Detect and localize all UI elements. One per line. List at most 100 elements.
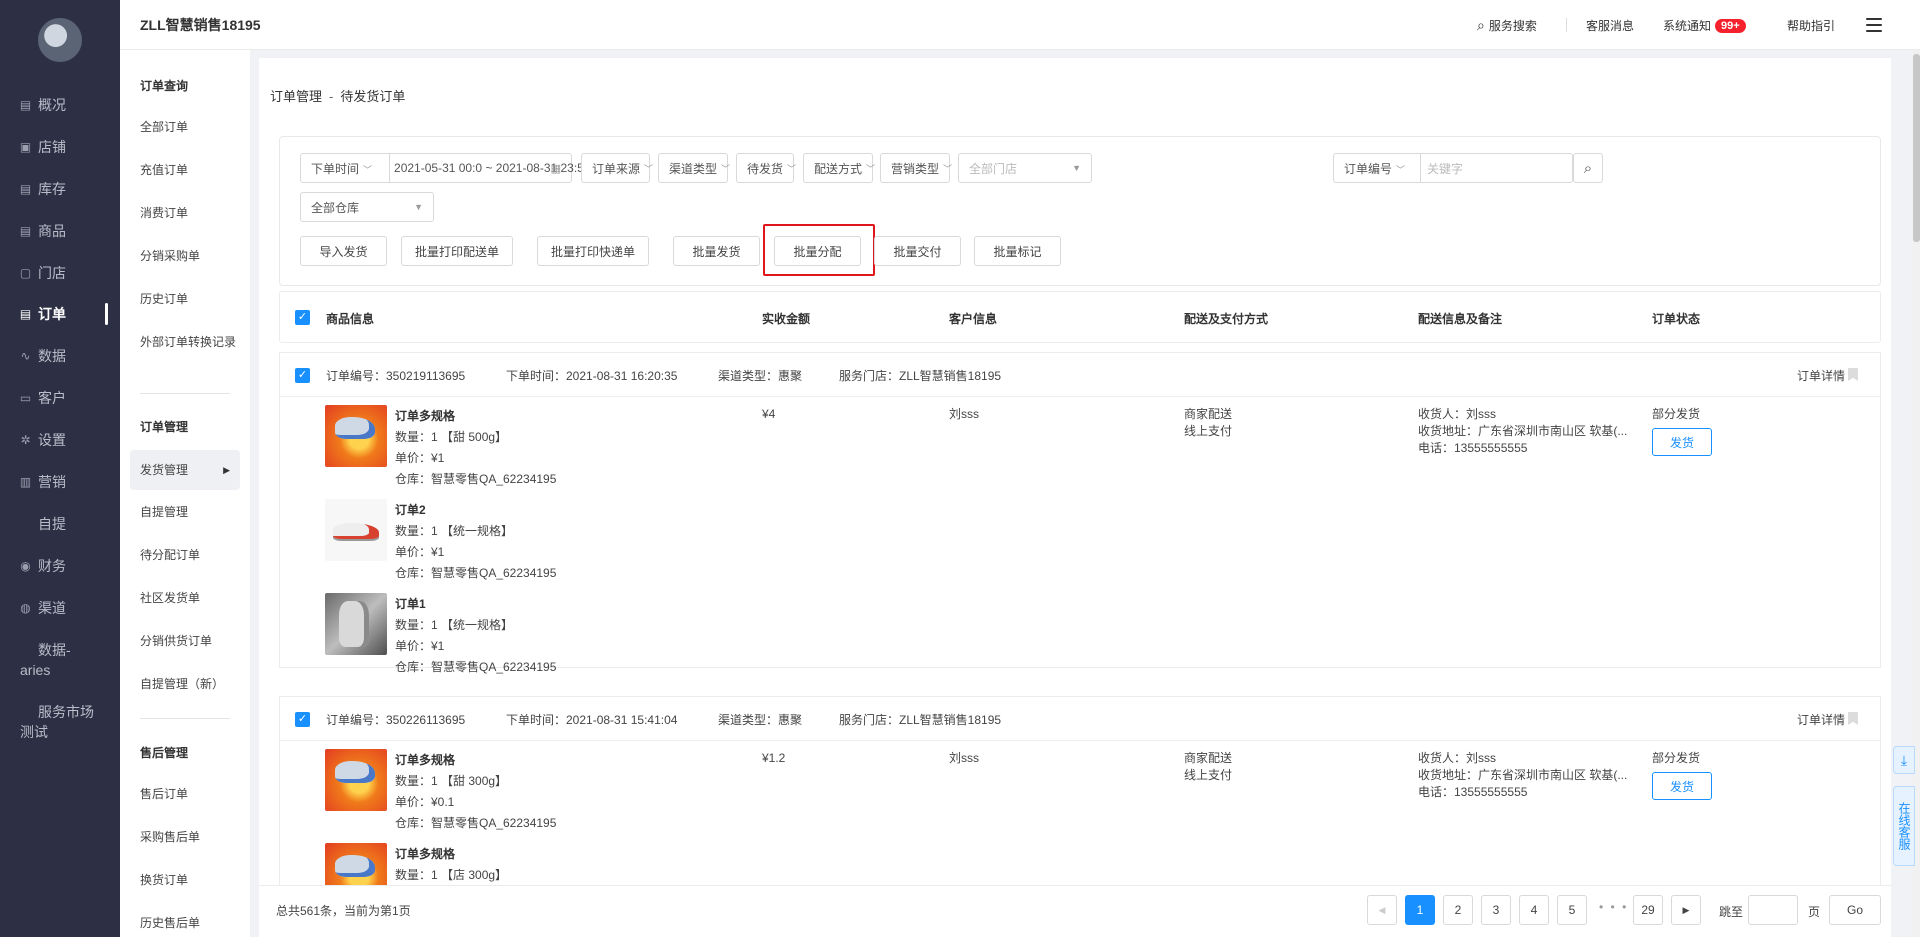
nav-item-shop[interactable]: ▢ 门店 [18,261,66,285]
next-page-button[interactable]: ▶ [1671,895,1701,925]
warehouse-select[interactable]: 全部仓库 ▼ [300,192,434,222]
submenu-history-aftersale[interactable]: 历史售后单 [140,914,240,932]
submenu-recharge-orders[interactable]: 充值订单 [140,161,240,179]
keyword-search[interactable]: 订单编号 ﹀ 关键字 [1333,153,1573,183]
submenu-distribution-supply[interactable]: 分销供货订单 [140,632,240,650]
nav-item-customer[interactable]: ▭ 客户 [18,386,66,410]
submenu-exchange-orders[interactable]: 换货订单 [140,871,240,889]
online-service-button[interactable]: 在线客服 [1893,786,1915,866]
batch-mark-button[interactable]: 批量标记 [974,236,1061,266]
order-number: 订单编号：350226113695 [326,713,466,727]
hamburger-menu-icon[interactable] [1866,18,1882,32]
order-checkbox[interactable]: ✓ [295,368,310,383]
product-warehouse: 仓库：智慧零售QA_62234195 [395,660,557,674]
prev-page-button[interactable]: ◀ [1367,895,1397,925]
product-thumbnail[interactable] [325,405,387,467]
product-name: 订单1 [395,597,426,611]
submenu-purchase-aftersale[interactable]: 采购售后单 [140,828,240,846]
top-header: ZLL智慧销售18195 ⌕ 服务搜索 客服消息 系统通知 99+ 帮助指引 [120,0,1920,50]
batch-deliver-button[interactable]: 批量交付 [874,236,961,266]
nav-item-order[interactable]: ▤ 订单 [18,302,66,326]
avatar[interactable] [38,18,82,62]
keyword-input[interactable]: 关键字 [1415,160,1463,177]
page-3[interactable]: 3 [1481,895,1511,925]
product-thumbnail[interactable] [325,499,387,561]
batch-ship-button[interactable]: 批量发货 [673,236,760,266]
channel-type-select[interactable]: 渠道类型 ﹀ [658,153,730,183]
col-product: 商品信息 [326,312,375,326]
batch-print-delivery-button[interactable]: 批量打印配送单 [401,236,513,266]
chevron-down-icon: ﹀ [1396,164,1406,175]
service-message-link[interactable]: 客服消息 [1586,17,1634,34]
page-last[interactable]: 29 [1633,895,1663,925]
nav-item-overview[interactable]: ▤ 概况 [18,93,66,117]
nav-item-finance[interactable]: ◉ 财务 [18,554,66,578]
product-thumbnail[interactable] [325,593,387,655]
page-4[interactable]: 4 [1519,895,1549,925]
order-channel: 渠道类型：惠聚 [718,369,803,383]
order-source-select[interactable]: 订单来源 ﹀ [581,153,653,183]
go-button[interactable]: Go [1829,895,1881,925]
submenu-aftersale-orders[interactable]: 售后订单 [140,785,240,803]
submenu-community-shipping[interactable]: 社区发货单 [140,589,240,607]
order-detail-link[interactable]: 订单详情 [1797,367,1845,384]
marketing-select[interactable]: 营销类型 ﹀ [880,153,952,183]
scrollbar-thumb[interactable] [1913,54,1920,242]
product-price: 单价：¥1 [395,545,445,559]
jump-page-input[interactable] [1748,895,1798,925]
nav-item-service-market[interactable]: 服务市场 测试 [20,702,94,742]
nav-item-inventory[interactable]: ▤ 库存 [18,177,66,201]
time-type-select[interactable]: 下单时间 ﹀ [301,160,382,177]
page-2[interactable]: 2 [1443,895,1473,925]
search-button[interactable]: ⌕ [1573,153,1603,183]
nav-item-channel[interactable]: ◍ 渠道 [18,596,66,620]
submenu-group-query: 订单查询 [140,79,189,93]
caret-right-icon: ▶ [223,465,230,475]
order-checkbox[interactable]: ✓ [295,712,310,727]
page-1[interactable]: 1 [1405,895,1435,925]
nav-item-goods[interactable]: ▤ 商品 [18,219,66,243]
product-thumbnail[interactable] [325,749,387,811]
order-address: 收货地址：广东省深圳市南山区 软基(... [1418,768,1628,782]
submenu-pickup-manage[interactable]: 自提管理 [140,503,240,521]
breadcrumb-parent[interactable]: 订单管理 [270,89,322,104]
download-icon[interactable]: ⤓ [1893,746,1915,774]
order-payment-method: 线上支付 [1184,424,1233,438]
search-type-select[interactable]: 订单编号 ﹀ [1334,160,1415,177]
highlight-box [763,224,875,276]
submenu-shipping-manage[interactable]: 发货管理 ▶ [130,450,240,490]
store-select[interactable]: 全部门店 ▼ [958,153,1092,183]
nav-item-data-aries[interactable]: 数据-aries [20,640,71,680]
submenu-pending-assign[interactable]: 待分配订单 [140,546,240,564]
inventory-icon: ▤ [19,182,32,196]
ship-button[interactable]: 发货 [1652,772,1712,800]
select-all-checkbox[interactable]: ✓ [295,310,310,325]
ship-button[interactable]: 发货 [1652,428,1712,456]
bookmark-flag-icon[interactable] [1848,368,1858,381]
submenu-distribution-purchase[interactable]: 分销采购单 [140,247,240,265]
delivery-select[interactable]: 配送方式 ﹀ [803,153,875,183]
date-filter[interactable]: 下单时间 ﹀ 2021-05-31 00:0 ~ 2021-08-31 23:5 … [300,153,584,183]
submenu-pickup-new[interactable]: 自提管理（新） [140,675,240,693]
order-detail-link[interactable]: 订单详情 [1797,711,1845,728]
bookmark-flag-icon[interactable] [1848,712,1858,725]
page-5[interactable]: 5 [1557,895,1587,925]
nav-item-store[interactable]: ▣ 店铺 [18,135,66,159]
submenu-history-orders[interactable]: 历史订单 [140,290,240,308]
nav-item-pickup[interactable]: 自提 [38,512,66,536]
status-select[interactable]: 待发货 ﹀ [736,153,796,183]
submenu-all-orders[interactable]: 全部订单 [140,118,240,136]
service-search[interactable]: ⌕ 服务搜索 [1477,17,1537,34]
goods-icon: ▤ [19,224,32,238]
order-delivery-method: 商家配送 [1184,751,1233,765]
nav-item-settings[interactable]: ✲ 设置 [18,428,66,452]
order-store: 服务门店：ZLL智慧销售18195 [839,713,1002,727]
nav-item-data[interactable]: ∿ 数据 [18,344,66,368]
submenu-external-convert[interactable]: 外部订单转换记录 [140,333,240,351]
help-guide-link[interactable]: 帮助指引 [1787,17,1835,34]
batch-print-express-button[interactable]: 批量打印快递单 [537,236,649,266]
system-notice[interactable]: 系统通知 99+ [1663,17,1746,34]
submenu-consume-orders[interactable]: 消费订单 [140,204,240,222]
import-ship-button[interactable]: 导入发货 [300,236,387,266]
nav-item-marketing[interactable]: ▥ 营销 [18,470,66,494]
